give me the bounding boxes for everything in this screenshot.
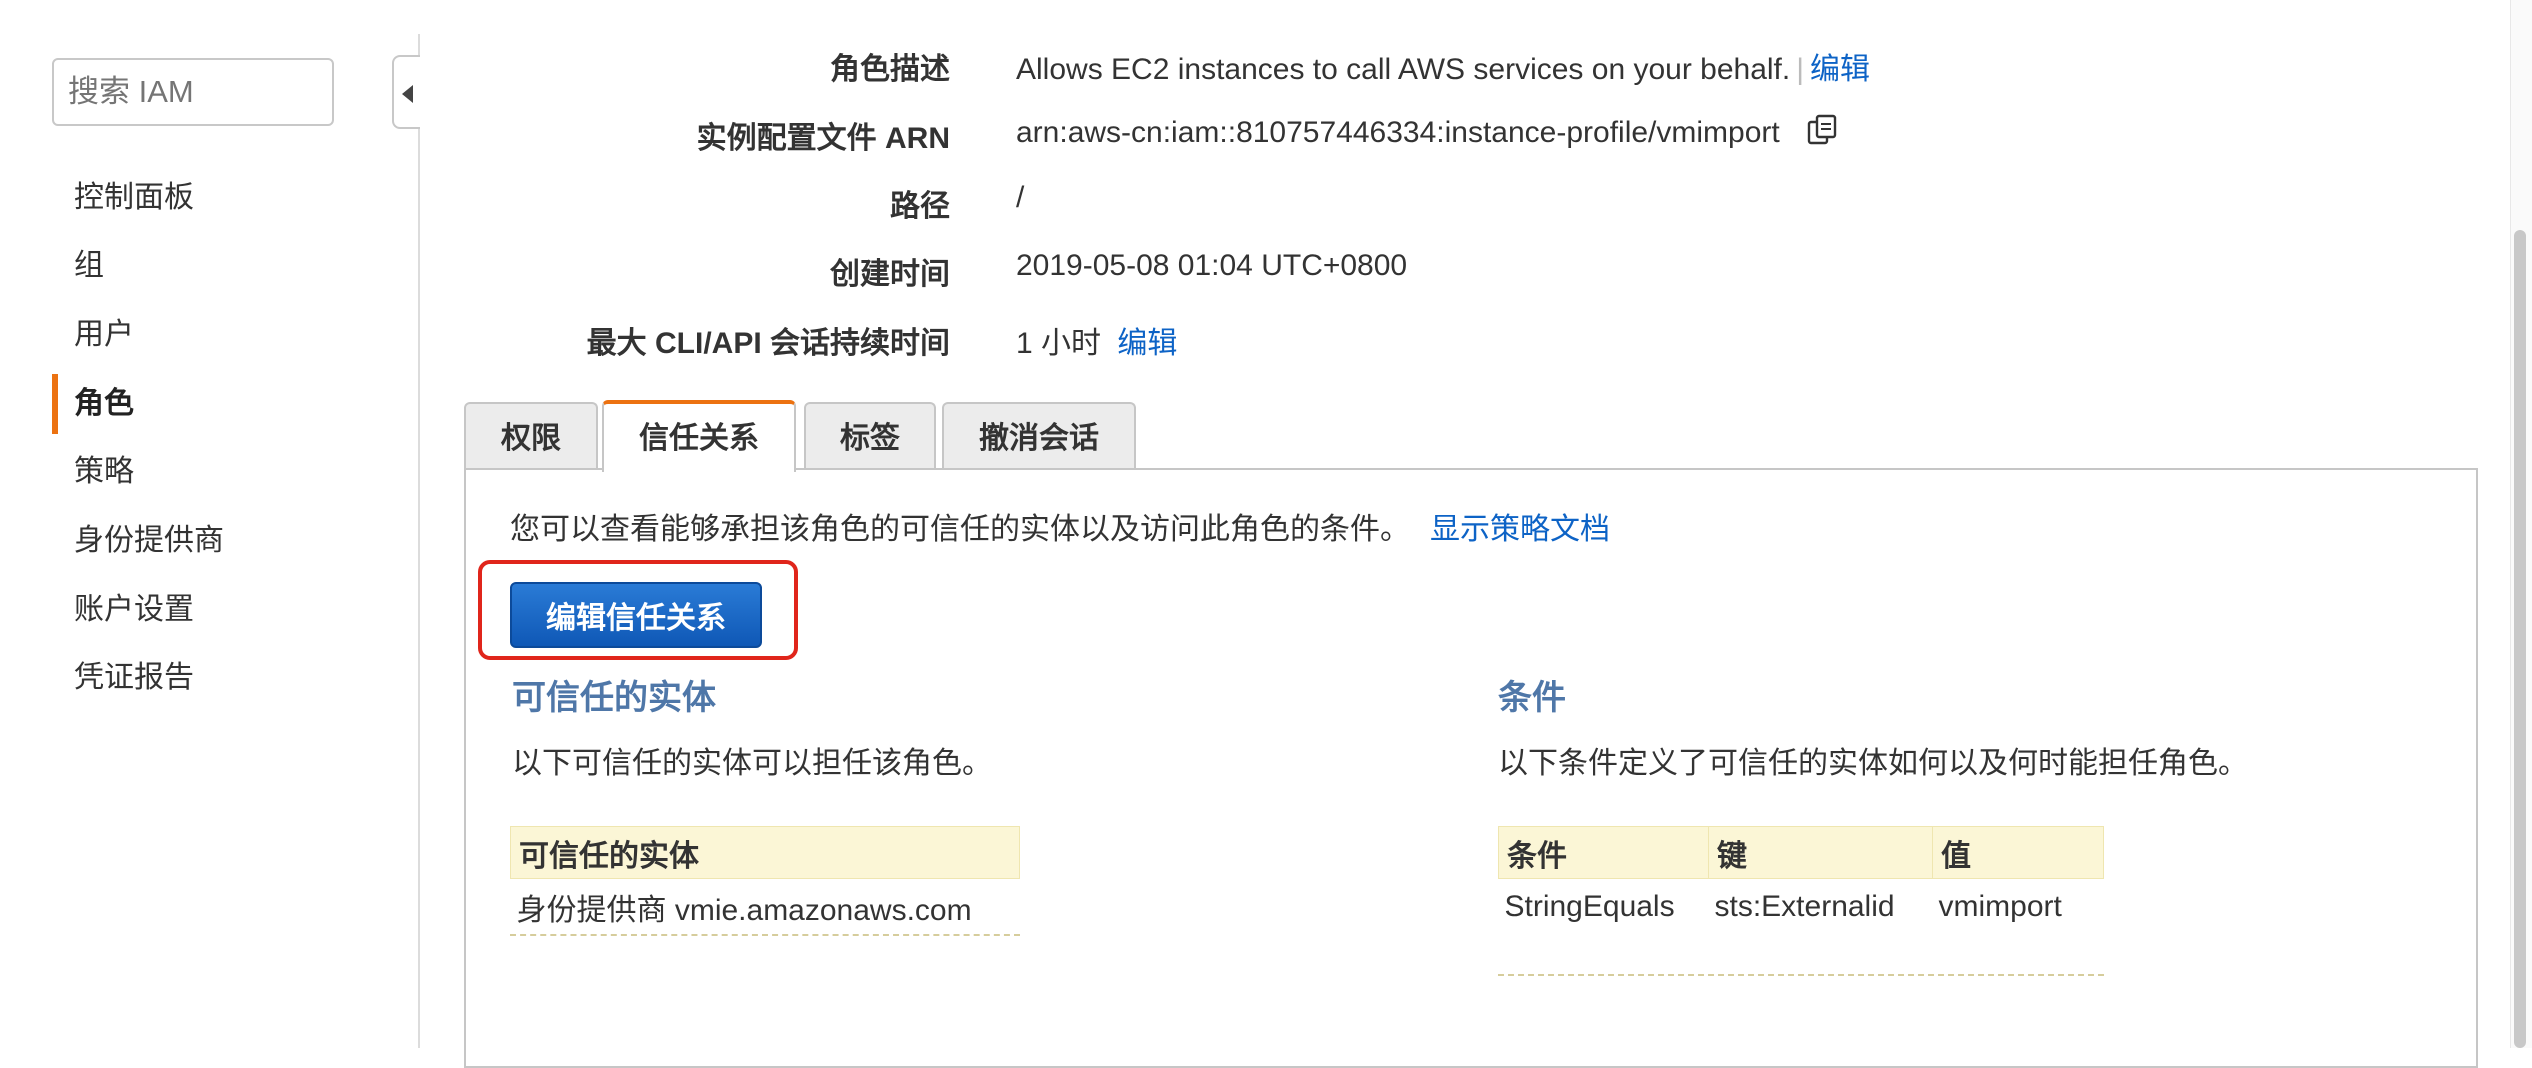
sidebar-item-account-settings[interactable]: 账户设置: [52, 580, 382, 640]
sidebar-item-credential-report[interactable]: 凭证报告: [52, 648, 382, 708]
trust-description-text: 您可以查看能够承担该角色的可信任的实体以及访问此角色的条件。: [510, 513, 1410, 546]
max-session-text: 1 小时: [1016, 327, 1102, 360]
trusted-entities-title: 可信任的实体: [512, 679, 716, 717]
column-header: 可信任的实体: [510, 826, 1020, 879]
conditions-title: 条件: [1498, 679, 1566, 717]
copy-icon[interactable]: [1806, 113, 1840, 155]
column-header: 条件: [1498, 826, 1709, 879]
sidebar-collapse-button[interactable]: [392, 55, 420, 129]
trusted-entities-table: 可信任的实体 身份提供商 vmie.amazonaws.com: [510, 826, 1020, 935]
chevron-left-icon: [402, 85, 413, 103]
table-header-row: 可信任的实体: [510, 826, 1020, 879]
column-header: 键: [1708, 826, 1933, 879]
instance-profile-arn-value: arn:aws-cn:iam::810757446334:instance-pr…: [1016, 113, 1840, 155]
show-policy-document-link[interactable]: 显示策略文档: [1430, 513, 1610, 546]
path-label: 路径: [890, 190, 950, 223]
table-cell: 身份提供商 vmie.amazonaws.com: [516, 894, 972, 927]
conditions-table: 条件 键 值 StringEquals sts:Externalid vmimp…: [1498, 826, 2104, 935]
table-cell: StringEquals: [1504, 890, 1675, 923]
edit-description-link[interactable]: 编辑: [1810, 53, 1870, 86]
table-divider: [1498, 974, 2104, 976]
instance-profile-arn-text: arn:aws-cn:iam::810757446334:instance-pr…: [1016, 115, 1780, 149]
edit-trust-relationship-button[interactable]: 编辑信任关系: [510, 582, 762, 648]
role-description-text: Allows EC2 instances to call AWS service…: [1016, 53, 1791, 86]
table-cell: vmimport: [1938, 890, 2062, 923]
edit-max-session-link[interactable]: 编辑: [1117, 327, 1177, 360]
tab-permissions[interactable]: 权限: [464, 402, 598, 470]
creation-time-label: 创建时间: [830, 258, 950, 291]
path-value: /: [1016, 181, 1025, 214]
separator: |: [1796, 53, 1805, 86]
creation-time-value: 2019-05-08 01:04 UTC+0800: [1016, 249, 1408, 282]
table-cell: sts:Externalid: [1714, 890, 1895, 923]
search-input[interactable]: [52, 58, 334, 126]
table-divider: [510, 934, 1020, 936]
sidebar-item-identity-providers[interactable]: 身份提供商: [52, 511, 382, 571]
table-row: 身份提供商 vmie.amazonaws.com: [511, 879, 1020, 936]
conditions-description: 以下条件定义了可信任的实体如何以及何时能担任角色。: [1498, 747, 2248, 780]
tab-trust-relationships[interactable]: 信任关系: [602, 400, 796, 472]
tab-tags[interactable]: 标签: [804, 402, 936, 470]
role-description-label: 角色描述: [830, 53, 950, 86]
column-header: 值: [1932, 826, 2104, 879]
table-header-row: 条件 键 值: [1498, 826, 2104, 879]
max-session-label: 最大 CLI/API 会话持续时间: [586, 327, 950, 360]
scrollbar-thumb[interactable]: [2514, 230, 2526, 1048]
trust-description: 您可以查看能够承担该角色的可信任的实体以及访问此角色的条件。 显示策略文档: [510, 504, 1610, 548]
max-session-value: 1 小时 编辑: [1016, 318, 1177, 362]
sidebar: 控制面板 组 用户 角色 策略 身份提供商 账户设置 凭证报告: [0, 0, 418, 1048]
instance-profile-arn-label: 实例配置文件 ARN: [696, 122, 950, 155]
role-description-value: Allows EC2 instances to call AWS service…: [1016, 44, 1870, 88]
sidebar-item-users[interactable]: 用户: [52, 305, 382, 365]
sidebar-item-roles[interactable]: 角色: [52, 374, 382, 434]
sidebar-item-policies[interactable]: 策略: [52, 442, 382, 502]
trusted-entities-description: 以下可信任的实体可以担任该角色。: [512, 747, 992, 780]
tab-revoke-sessions[interactable]: 撤消会话: [942, 402, 1136, 470]
table-row: StringEquals sts:Externalid vmimport: [1499, 879, 2104, 936]
sidebar-item-groups[interactable]: 组: [52, 236, 382, 296]
sidebar-divider: [418, 34, 420, 1048]
sidebar-item-dashboard[interactable]: 控制面板: [52, 168, 382, 228]
